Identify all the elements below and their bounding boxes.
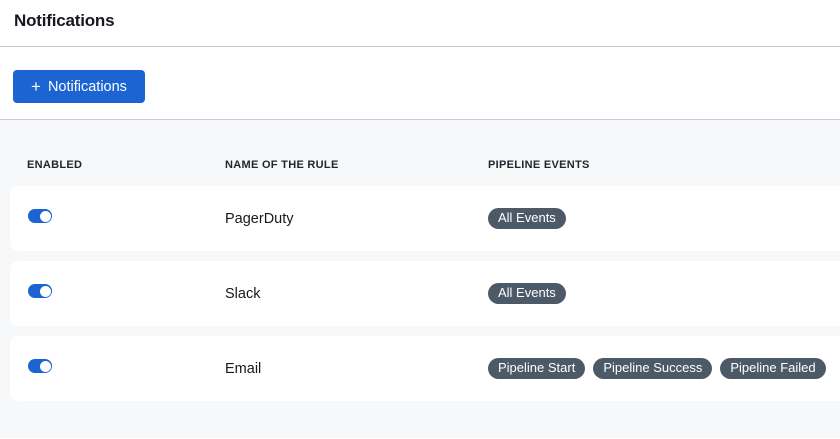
- pipeline-events-cell: Pipeline Start Pipeline Success Pipeline…: [488, 358, 840, 379]
- pipeline-events-cell: All Events: [488, 208, 840, 229]
- table-row[interactable]: Slack All Events: [10, 261, 840, 326]
- column-header-pipeline-events: PIPELINE EVENTS: [488, 159, 840, 171]
- table-row[interactable]: PagerDuty All Events: [10, 186, 840, 251]
- table-header-row: ENABLED NAME OF THE RULE PIPELINE EVENTS: [10, 120, 840, 186]
- add-notifications-button[interactable]: + Notifications: [13, 70, 145, 103]
- enabled-cell: [10, 209, 225, 228]
- notifications-table: ENABLED NAME OF THE RULE PIPELINE EVENTS…: [0, 119, 840, 438]
- event-badge: Pipeline Success: [593, 358, 712, 379]
- column-header-rule-name: NAME OF THE RULE: [225, 159, 488, 171]
- toggle-knob: [40, 361, 51, 372]
- rule-name: Slack: [225, 286, 488, 302]
- plus-icon: +: [31, 78, 41, 95]
- enabled-toggle[interactable]: [28, 284, 52, 298]
- event-badge: All Events: [488, 208, 566, 229]
- enabled-cell: [10, 284, 225, 303]
- toggle-knob: [40, 211, 51, 222]
- page-header: Notifications: [0, 0, 840, 46]
- event-badge: Pipeline Failed: [720, 358, 825, 379]
- pipeline-events-cell: All Events: [488, 283, 840, 304]
- enabled-toggle[interactable]: [28, 359, 52, 373]
- column-header-enabled: ENABLED: [10, 159, 225, 171]
- toolbar: + Notifications: [0, 47, 840, 119]
- page-title: Notifications: [14, 11, 826, 31]
- rule-name: PagerDuty: [225, 211, 488, 227]
- rule-name: Email: [225, 361, 488, 377]
- event-badge: All Events: [488, 283, 566, 304]
- enabled-toggle[interactable]: [28, 209, 52, 223]
- enabled-cell: [10, 359, 225, 378]
- table-row[interactable]: Email Pipeline Start Pipeline Success Pi…: [10, 336, 840, 401]
- toggle-knob: [40, 286, 51, 297]
- event-badge: Pipeline Start: [488, 358, 585, 379]
- add-notifications-button-label: Notifications: [48, 79, 127, 95]
